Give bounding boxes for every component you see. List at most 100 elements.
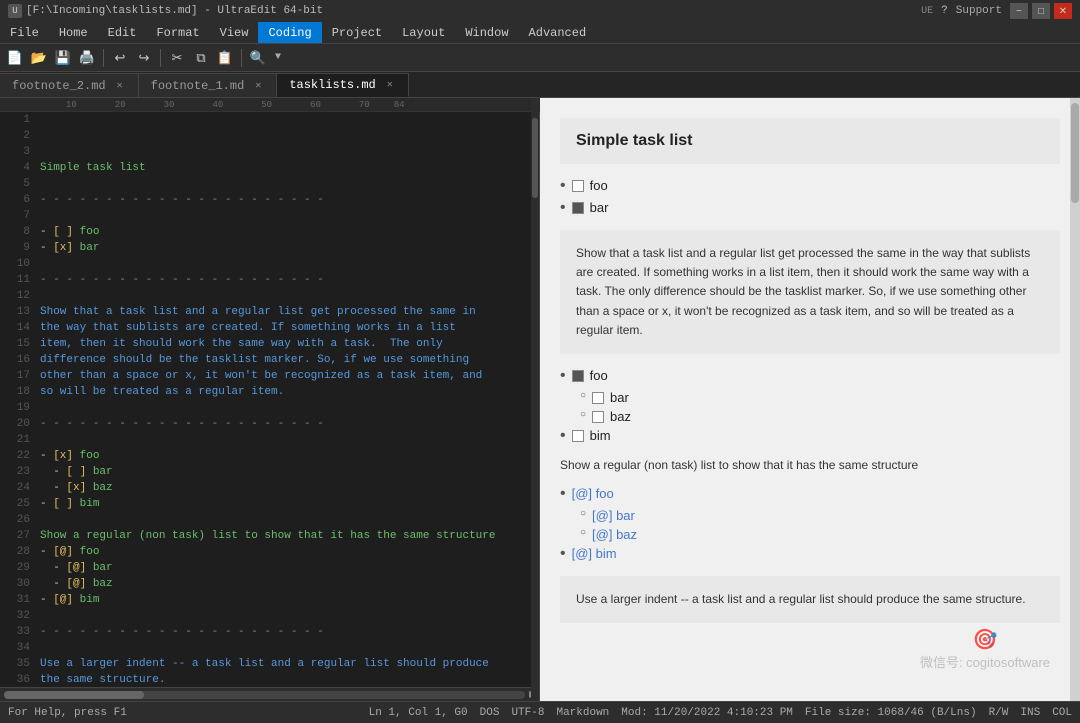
tab-footnote1[interactable]: footnote_1.md ✕ xyxy=(139,73,278,97)
dropdown-label: ▼ xyxy=(275,52,281,63)
preview-scrollbar[interactable] xyxy=(1070,98,1080,701)
support-link[interactable]: Support xyxy=(956,5,1002,17)
line-5: - - - - - - - - - - - - - - - - - - - - … xyxy=(40,194,324,206)
line-35: the same structure. xyxy=(40,674,165,686)
vertical-scrollbar[interactable] xyxy=(531,112,539,687)
checkbox-sub-baz[interactable] xyxy=(592,411,604,423)
ruler-mark-84: 84 xyxy=(394,100,405,110)
bullet-nested-bim: • xyxy=(560,428,566,444)
tab-label-footnote2: footnote_2.md xyxy=(12,79,106,93)
tab-label-footnote1: footnote_1.md xyxy=(151,79,245,93)
line-7: - [ ] foo xyxy=(40,226,99,238)
find-button[interactable]: 🔍 xyxy=(247,47,269,69)
tab-close-footnote1[interactable]: ✕ xyxy=(252,79,264,93)
list-label-foo: foo xyxy=(590,178,608,193)
tab-footnote2[interactable]: footnote_2.md ✕ xyxy=(0,73,139,97)
at-sub-label-bar: [@] bar xyxy=(592,508,635,523)
toolbar: 📄 📂 💾 🖨️ ↩ ↪ ✂ ⧉ 📋 🔍 ▼ xyxy=(0,44,1080,72)
menu-coding[interactable]: Coding xyxy=(258,22,321,43)
status-dos: DOS xyxy=(480,707,500,719)
ruler-mark-20: 20 xyxy=(115,100,126,110)
line-30: - [@] bim xyxy=(40,594,99,606)
editor-content[interactable]: Simple task list - - - - - - - - - - - -… xyxy=(36,112,539,687)
menu-view[interactable]: View xyxy=(210,22,259,43)
sub-label-bar: bar xyxy=(610,390,629,405)
ue-badge: UE xyxy=(921,6,933,17)
line-29: - [@] baz xyxy=(40,578,113,590)
tab-tasklists[interactable]: tasklists.md ✕ xyxy=(277,73,408,97)
status-language[interactable]: Markdown xyxy=(556,707,609,719)
minimize-button[interactable]: − xyxy=(1010,3,1028,19)
paste-button[interactable]: 📋 xyxy=(214,47,236,69)
status-ins[interactable]: INS xyxy=(1020,707,1040,719)
checkbox-sub-bar[interactable] xyxy=(592,392,604,404)
menu-file[interactable]: File xyxy=(0,22,49,43)
status-help: For Help, press F1 xyxy=(8,707,127,719)
main-area: 10 20 30 40 50 60 70 84 12345 678910 111… xyxy=(0,98,1080,701)
tab-label-tasklists: tasklists.md xyxy=(289,78,375,92)
preview-list-2: • foo ○ bar ○ baz xyxy=(560,368,1060,444)
cut-button[interactable]: ✂ xyxy=(166,47,188,69)
list-item-foo: • foo xyxy=(560,178,1060,194)
new-file-button[interactable]: 📄 xyxy=(4,47,26,69)
horizontal-scrollbar[interactable]: ◧ xyxy=(0,687,539,701)
preview-scrollbar-thumb[interactable] xyxy=(1071,103,1079,203)
menu-window[interactable]: Window xyxy=(455,22,518,43)
close-button[interactable]: ✕ xyxy=(1054,3,1072,19)
checkbox-foo[interactable] xyxy=(572,180,584,192)
scroll-track-h[interactable] xyxy=(4,691,525,699)
title-bar: U [F:\Incoming\tasklists.md] - UltraEdit… xyxy=(0,0,1080,22)
line-4 xyxy=(40,178,47,190)
line-33 xyxy=(40,642,47,654)
preview-panel-wrapper: Simple task list • foo • bar Show that a… xyxy=(540,98,1080,701)
print-button[interactable]: 🖨️ xyxy=(76,47,98,69)
line-26: Show a regular (non task) list to show t… xyxy=(40,530,495,542)
ruler-mark-70: 70 xyxy=(359,100,370,110)
paragraph-text-1: Show that a task list and a regular list… xyxy=(576,246,1030,337)
menu-project[interactable]: Project xyxy=(322,22,392,43)
menu-format[interactable]: Format xyxy=(146,22,209,43)
menu-home[interactable]: Home xyxy=(49,22,98,43)
checkbox-bar[interactable] xyxy=(572,202,584,214)
line-17: so will be treated as a regular item. xyxy=(40,386,284,398)
redo-button[interactable]: ↪ xyxy=(133,47,155,69)
toolbar-dropdown[interactable]: ▼ xyxy=(271,50,285,65)
line-19: - - - - - - - - - - - - - - - - - - - - … xyxy=(40,418,324,430)
ruler: 10 20 30 40 50 60 70 84 xyxy=(0,98,540,112)
toolbar-separator-3 xyxy=(241,49,242,67)
tab-close-footnote2[interactable]: ✕ xyxy=(114,79,126,93)
save-button[interactable]: 💾 xyxy=(52,47,74,69)
status-bar: For Help, press F1 Ln 1, Col 1, G0 DOS U… xyxy=(0,701,1080,723)
menu-layout[interactable]: Layout xyxy=(392,22,455,43)
maximize-button[interactable]: □ xyxy=(1032,3,1050,19)
status-modified: Mod: 11/20/2022 4:10:23 PM xyxy=(621,707,793,719)
scroll-thumb[interactable] xyxy=(532,118,538,198)
bullet-at-bim: • xyxy=(560,546,566,562)
at-subitem-bar: ○ [@] bar xyxy=(580,508,1060,523)
section2-text: Use a larger indent -- a task list and a… xyxy=(576,592,1026,606)
tab-bar: footnote_2.md ✕ footnote_1.md ✕ tasklist… xyxy=(0,72,1080,98)
nested-item-bim: • bim xyxy=(560,428,1060,444)
help-icon[interactable]: ? xyxy=(941,5,948,17)
line-14: item, then it should work the same way w… xyxy=(40,338,443,350)
menu-edit[interactable]: Edit xyxy=(98,22,147,43)
line-16: other than a space or x, it won't be rec… xyxy=(40,370,482,382)
sub-bullet-bar: ○ xyxy=(580,390,586,401)
status-position: Ln 1, Col 1, G0 xyxy=(369,707,468,719)
checkbox-nested-bim[interactable] xyxy=(572,430,584,442)
checkbox-nested-foo[interactable] xyxy=(572,370,584,382)
tab-close-tasklists[interactable]: ✕ xyxy=(384,78,396,92)
status-rw[interactable]: R/W xyxy=(989,707,1009,719)
copy-button[interactable]: ⧉ xyxy=(190,47,212,69)
subitem-bar: ○ bar xyxy=(580,390,1060,405)
undo-button[interactable]: ↩ xyxy=(109,47,131,69)
ruler-mark-40: 40 xyxy=(212,100,223,110)
scroll-thumb-h[interactable] xyxy=(4,691,144,699)
menu-advanced[interactable]: Advanced xyxy=(519,22,597,43)
sub-list-1: ○ bar ○ baz xyxy=(560,390,1060,424)
status-encoding[interactable]: UTF-8 xyxy=(511,707,544,719)
line-9 xyxy=(40,258,47,270)
status-col[interactable]: COL xyxy=(1052,707,1072,719)
preview-panel[interactable]: Simple task list • foo • bar Show that a… xyxy=(540,98,1080,701)
open-file-button[interactable]: 📂 xyxy=(28,47,50,69)
